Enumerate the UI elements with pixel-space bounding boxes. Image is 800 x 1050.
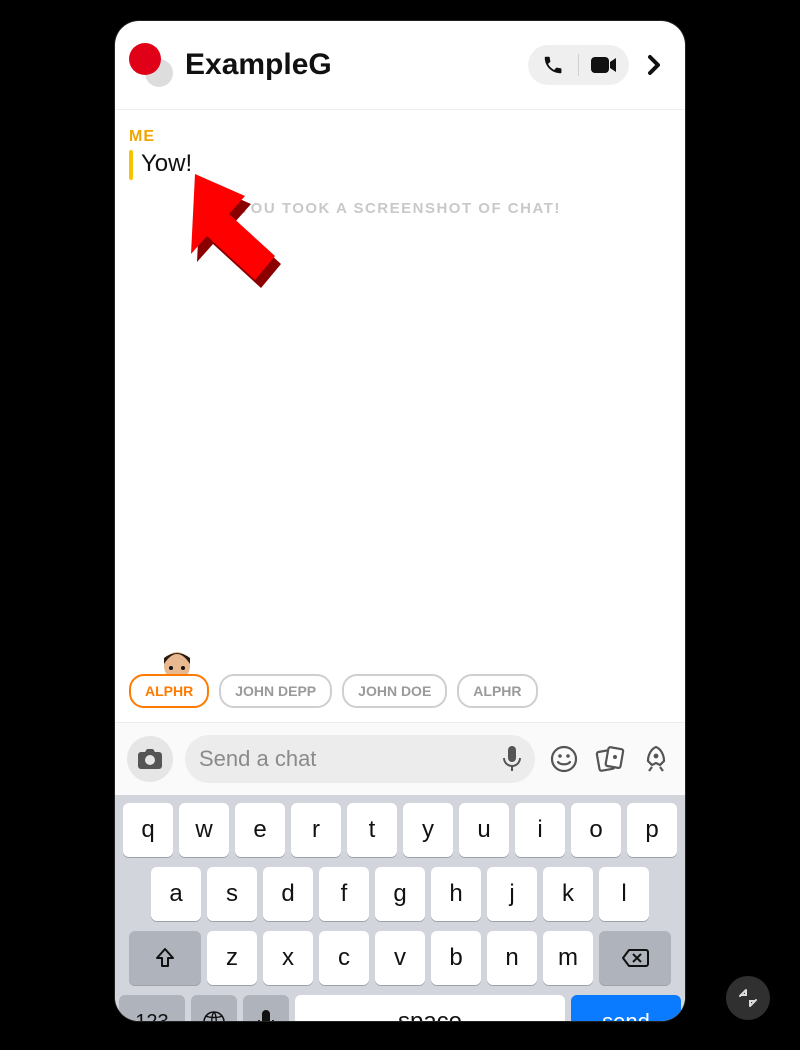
video-icon: [591, 56, 617, 74]
chevron-right-icon: [647, 54, 661, 76]
message-accent-bar: [129, 150, 133, 180]
keyboard-row-1: qwertyuiop: [119, 803, 681, 857]
group-avatar[interactable]: [129, 43, 173, 87]
stickers-button[interactable]: [547, 742, 581, 776]
space-key-label: space: [398, 1008, 462, 1021]
key-s[interactable]: s: [207, 867, 257, 921]
microphone-icon: [503, 746, 521, 772]
keyboard-row-4: 123 space send: [119, 995, 681, 1021]
collapse-button[interactable]: [726, 976, 770, 1020]
chat-body: ME Yow! YOU TOOK A SCREENSHOT OF CHAT! A…: [115, 110, 685, 722]
shift-key[interactable]: [129, 931, 201, 985]
phone-frame: ExampleG ME Yow! YOU TOOK A SCREENSHOT O…: [115, 21, 685, 1021]
mention-chip-label: ALPHR: [145, 683, 193, 699]
key-m[interactable]: m: [543, 931, 593, 985]
key-y[interactable]: y: [403, 803, 453, 857]
chat-input-row: Send a chat: [115, 722, 685, 795]
send-key-label: send: [602, 1009, 650, 1021]
globe-icon: [202, 1010, 226, 1021]
key-h[interactable]: h: [431, 867, 481, 921]
mention-chip-label: JOHN DOE: [358, 683, 431, 699]
key-b[interactable]: b: [431, 931, 481, 985]
chat-title[interactable]: ExampleG: [185, 48, 528, 82]
collapse-icon: [737, 987, 759, 1009]
key-o[interactable]: o: [571, 803, 621, 857]
chat-input-placeholder: Send a chat: [199, 746, 503, 772]
system-message: YOU TOOK A SCREENSHOT OF CHAT!: [115, 200, 685, 217]
games-button[interactable]: [639, 742, 673, 776]
video-call-button[interactable]: [579, 45, 629, 85]
mention-chip-label: JOHN DEPP: [235, 683, 316, 699]
sender-label: ME: [129, 128, 155, 146]
key-r[interactable]: r: [291, 803, 341, 857]
backspace-icon: [621, 948, 649, 968]
key-v[interactable]: v: [375, 931, 425, 985]
key-x[interactable]: x: [263, 931, 313, 985]
microphone-icon: [258, 1010, 274, 1021]
voice-call-button[interactable]: [528, 45, 578, 85]
camera-icon: [138, 749, 162, 769]
key-i[interactable]: i: [515, 803, 565, 857]
smiley-icon: [550, 745, 578, 773]
camera-button[interactable]: [127, 736, 173, 782]
keyboard: qwertyuiop asdfghjkl zxcvbnm 123 space s…: [115, 795, 685, 1021]
key-q[interactable]: q: [123, 803, 173, 857]
key-u[interactable]: u: [459, 803, 509, 857]
keyboard-row-2: asdfghjkl: [119, 867, 681, 921]
space-key[interactable]: space: [295, 995, 565, 1021]
key-c[interactable]: c: [319, 931, 369, 985]
key-k[interactable]: k: [543, 867, 593, 921]
key-z[interactable]: z: [207, 931, 257, 985]
key-d[interactable]: d: [263, 867, 313, 921]
avatar-front-icon: [129, 43, 161, 75]
key-l[interactable]: l: [599, 867, 649, 921]
chat-details-button[interactable]: [637, 45, 671, 85]
numbers-key-label: 123: [135, 1011, 168, 1022]
dictation-key[interactable]: [243, 995, 289, 1021]
chat-message[interactable]: Yow!: [141, 150, 192, 178]
backspace-key[interactable]: [599, 931, 671, 985]
cards-icon: [595, 745, 625, 773]
annotation-arrow-icon: [189, 170, 299, 320]
mention-chip-3[interactable]: ALPHR: [457, 674, 537, 708]
globe-key[interactable]: [191, 995, 237, 1021]
key-g[interactable]: g: [375, 867, 425, 921]
mention-chip-0[interactable]: ALPHR: [129, 674, 209, 708]
chat-header: ExampleG: [115, 21, 685, 110]
mention-chip-row: ALPHR JOHN DEPP JOHN DOE ALPHR: [115, 674, 685, 708]
key-w[interactable]: w: [179, 803, 229, 857]
key-f[interactable]: f: [319, 867, 369, 921]
cards-button[interactable]: [593, 742, 627, 776]
keyboard-row-3: zxcvbnm: [119, 931, 681, 985]
voice-message-button[interactable]: [503, 746, 521, 772]
rocket-icon: [642, 745, 670, 773]
key-p[interactable]: p: [627, 803, 677, 857]
call-button-group: [528, 45, 629, 85]
send-key[interactable]: send: [571, 995, 681, 1021]
chat-input[interactable]: Send a chat: [185, 735, 535, 783]
numbers-key[interactable]: 123: [119, 995, 185, 1021]
key-j[interactable]: j: [487, 867, 537, 921]
key-a[interactable]: a: [151, 867, 201, 921]
phone-icon: [542, 54, 564, 76]
key-n[interactable]: n: [487, 931, 537, 985]
mention-chip-label: ALPHR: [473, 683, 521, 699]
key-t[interactable]: t: [347, 803, 397, 857]
key-e[interactable]: e: [235, 803, 285, 857]
mention-chip-1[interactable]: JOHN DEPP: [219, 674, 332, 708]
mention-chip-2[interactable]: JOHN DOE: [342, 674, 447, 708]
shift-icon: [154, 947, 176, 969]
